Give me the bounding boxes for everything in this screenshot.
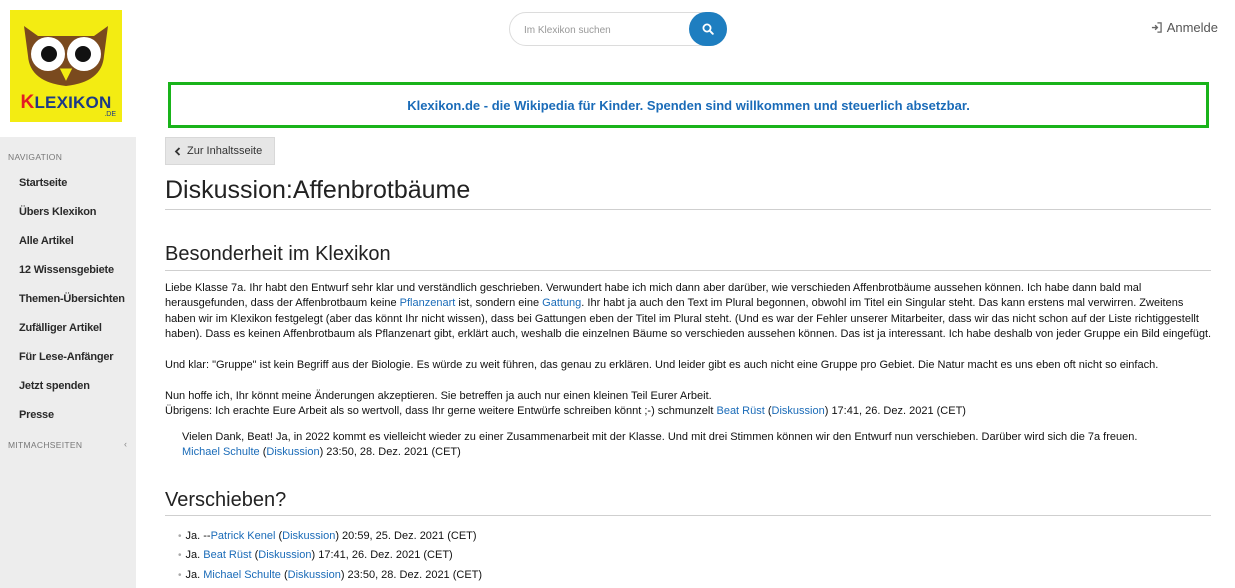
timestamp: ) 23:50, 28. Dez. 2021 (CET) xyxy=(319,446,461,459)
sidebar-item-uebers-klexikon[interactable]: Übers Klexikon xyxy=(19,206,96,218)
nav-heading: NAVIGATION xyxy=(8,152,63,162)
search-input[interactable] xyxy=(522,20,686,40)
user-link-beat-ruest[interactable]: Beat Rüst xyxy=(716,405,764,417)
link-gattung[interactable]: Gattung xyxy=(542,297,581,309)
section-divider xyxy=(165,270,1211,271)
timestamp: ) 17:41, 26. Dez. 2021 (CET) xyxy=(824,405,966,417)
search-box xyxy=(509,12,727,46)
vote-prefix: Ja. xyxy=(185,549,204,562)
login-label: Anmelde xyxy=(1166,20,1218,35)
paragraph-text: ist, sondern eine xyxy=(455,297,543,310)
list-item: Ja. Beat Rüst (Diskussion) 17:41, 26. De… xyxy=(178,546,482,565)
discussion-paragraph-3: Nun hoffe ich, Ihr könnt meine Änderunge… xyxy=(165,390,712,402)
section-heading-verschieben: Verschieben? xyxy=(165,489,287,511)
reply-comment: Vielen Dank, Beat! Ja, in 2022 kommt es … xyxy=(182,430,1212,461)
section-divider xyxy=(165,515,1211,516)
klexikon-logo[interactable]: KLEXIKON .DE xyxy=(10,10,122,122)
chevron-left-icon xyxy=(174,146,181,156)
user-link[interactable]: Michael Schulte xyxy=(203,569,281,581)
discussion-signature-line: Übrigens: Ich erachte Eure Arbeit als so… xyxy=(165,404,1213,419)
sidebar-item-startseite[interactable]: Startseite xyxy=(19,177,67,189)
sidebar-item-lese-anfaenger[interactable]: Für Lese-Anfänger xyxy=(19,351,114,363)
timestamp: ) 20:59, 25. Dez. 2021 (CET) xyxy=(335,530,477,542)
timestamp: ) 23:50, 28. Dez. 2021 (CET) xyxy=(340,568,483,581)
user-link-michael-schulte[interactable]: Michael Schulte xyxy=(182,446,260,458)
search-button[interactable] xyxy=(689,12,727,46)
timestamp: ) 17:41, 26. Dez. 2021 (CET) xyxy=(311,549,453,562)
login-link[interactable]: Anmelde xyxy=(1151,20,1218,35)
paragraph-text: Übrigens: Ich erachte Eure Arbeit als so… xyxy=(165,405,717,417)
nav-heading-mitmachseiten[interactable]: MITMACHSEITEN xyxy=(8,440,82,450)
banner-text[interactable]: Klexikon.de - die Wikipedia für Kinder. … xyxy=(407,98,970,113)
page-title: Diskussion:Affenbrotbäume xyxy=(165,176,471,204)
back-button-label: Zur Inhaltsseite xyxy=(187,145,263,157)
reply-text: Vielen Dank, Beat! Ja, in 2022 kommt es … xyxy=(182,431,1138,443)
talk-link[interactable]: Diskussion xyxy=(266,446,319,458)
user-link[interactable]: Patrick Kenel xyxy=(211,530,276,542)
link-pflanzenart[interactable]: Pflanzenart xyxy=(400,297,456,309)
navigation-panel: NAVIGATION Startseite Übers Klexikon All… xyxy=(0,137,136,588)
discussion-paragraph-2: Und klar: "Gruppe" ist kein Begriff aus … xyxy=(165,359,1159,371)
sidebar-item-alle-artikel[interactable]: Alle Artikel xyxy=(19,235,74,247)
sidebar-item-themen-uebersichten[interactable]: Themen-Übersichten xyxy=(19,293,125,305)
chevron-left-icon[interactable]: ‹ xyxy=(124,439,127,449)
paren-open: ( xyxy=(280,568,288,581)
discussion-paragraph: Liebe Klasse 7a. Ihr habt den Entwurf se… xyxy=(165,281,1213,342)
sidebar-item-jetzt-spenden[interactable]: Jetzt spenden xyxy=(19,380,90,392)
donation-banner: Klexikon.de - die Wikipedia für Kinder. … xyxy=(168,82,1209,128)
vote-prefix: Ja. -- xyxy=(185,530,211,542)
paren-open: ( xyxy=(764,405,772,417)
sign-in-icon xyxy=(1151,22,1162,33)
sidebar: KLEXIKON .DE NAVIGATION Startseite Übers… xyxy=(0,0,136,588)
list-item: Ja. Michael Schulte (Diskussion) 23:50, … xyxy=(178,566,483,585)
sidebar-item-wissensgebiete[interactable]: 12 Wissensgebiete xyxy=(19,264,114,276)
title-divider xyxy=(165,209,1211,210)
search-icon xyxy=(702,23,714,35)
section-heading-besonderheit: Besonderheit im Klexikon xyxy=(165,243,391,265)
talk-link[interactable]: Diskussion xyxy=(258,549,311,561)
talk-link[interactable]: Diskussion xyxy=(288,569,341,581)
list-item: Ja. --Patrick Kenel (Diskussion) 20:59, … xyxy=(178,527,482,546)
logo-tld: .DE xyxy=(104,111,116,118)
back-to-content-button[interactable]: Zur Inhaltsseite xyxy=(165,137,275,165)
talk-link[interactable]: Diskussion xyxy=(772,405,825,417)
sidebar-item-presse[interactable]: Presse xyxy=(19,409,54,421)
user-link[interactable]: Beat Rüst xyxy=(203,549,251,561)
sidebar-item-zufaelliger-artikel[interactable]: Zufälliger Artikel xyxy=(19,322,102,334)
vote-list: Ja. --Patrick Kenel (Diskussion) 20:59, … xyxy=(178,527,483,585)
talk-link[interactable]: Diskussion xyxy=(282,530,335,542)
owl-logo-icon xyxy=(24,26,108,86)
vote-prefix: Ja. xyxy=(185,568,204,581)
